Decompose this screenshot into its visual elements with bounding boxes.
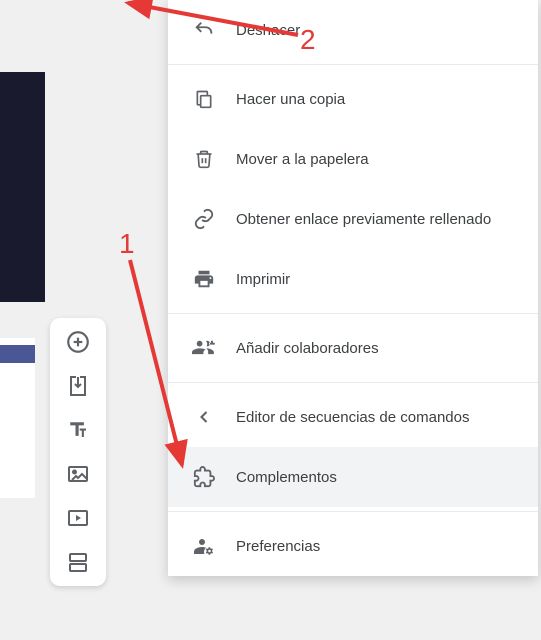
copy-icon [192,87,216,111]
menu-item-get-link[interactable]: Obtener enlace previamente rellenado [168,189,538,249]
import-questions-button[interactable] [64,372,92,400]
puzzle-icon [192,465,216,489]
menu-item-copy[interactable]: Hacer una copia [168,69,538,129]
menu-item-label: Complementos [236,469,337,486]
section-icon [66,550,90,574]
menu-divider [168,64,538,65]
sidebar-blue-strip [0,345,35,363]
menu-divider [168,382,538,383]
floating-toolbar [50,318,106,586]
text-icon [66,418,90,442]
menu-item-trash[interactable]: Mover a la papelera [168,129,538,189]
image-icon [66,462,90,486]
menu-item-label: Imprimir [236,271,290,288]
add-section-button[interactable] [64,548,92,576]
trash-icon [192,147,216,171]
menu-item-label: Añadir colaboradores [236,340,379,357]
menu-item-print[interactable]: Imprimir [168,249,538,309]
menu-divider [168,313,538,314]
import-icon [66,374,90,398]
chevron-left-icon [192,405,216,429]
menu-item-collaborators[interactable]: Añadir colaboradores [168,318,538,378]
menu-item-label: Editor de secuencias de comandos [236,409,469,426]
sidebar-dark-panel [0,72,45,302]
add-video-button[interactable] [64,504,92,532]
menu-item-undo[interactable]: Deshacer [168,0,538,60]
undo-icon [192,18,216,42]
person-gear-icon [192,534,216,558]
link-icon [192,207,216,231]
menu-item-addons[interactable]: Complementos [168,447,538,507]
menu-item-label: Hacer una copia [236,91,345,108]
dropdown-menu: Deshacer Hacer una copia Mover a la pape… [168,0,538,576]
menu-item-label: Obtener enlace previamente rellenado [236,211,491,228]
menu-item-script-editor[interactable]: Editor de secuencias de comandos [168,387,538,447]
add-circle-icon [65,329,91,355]
video-icon [66,506,90,530]
people-add-icon [192,336,216,360]
menu-divider [168,511,538,512]
add-image-button[interactable] [64,460,92,488]
add-title-button[interactable] [64,416,92,444]
menu-item-label: Mover a la papelera [236,151,369,168]
print-icon [192,267,216,291]
menu-item-label: Preferencias [236,538,320,555]
menu-item-preferences[interactable]: Preferencias [168,516,538,576]
menu-item-label: Deshacer [236,22,300,39]
annotation-label-1: 1 [119,228,135,260]
add-question-button[interactable] [64,328,92,356]
